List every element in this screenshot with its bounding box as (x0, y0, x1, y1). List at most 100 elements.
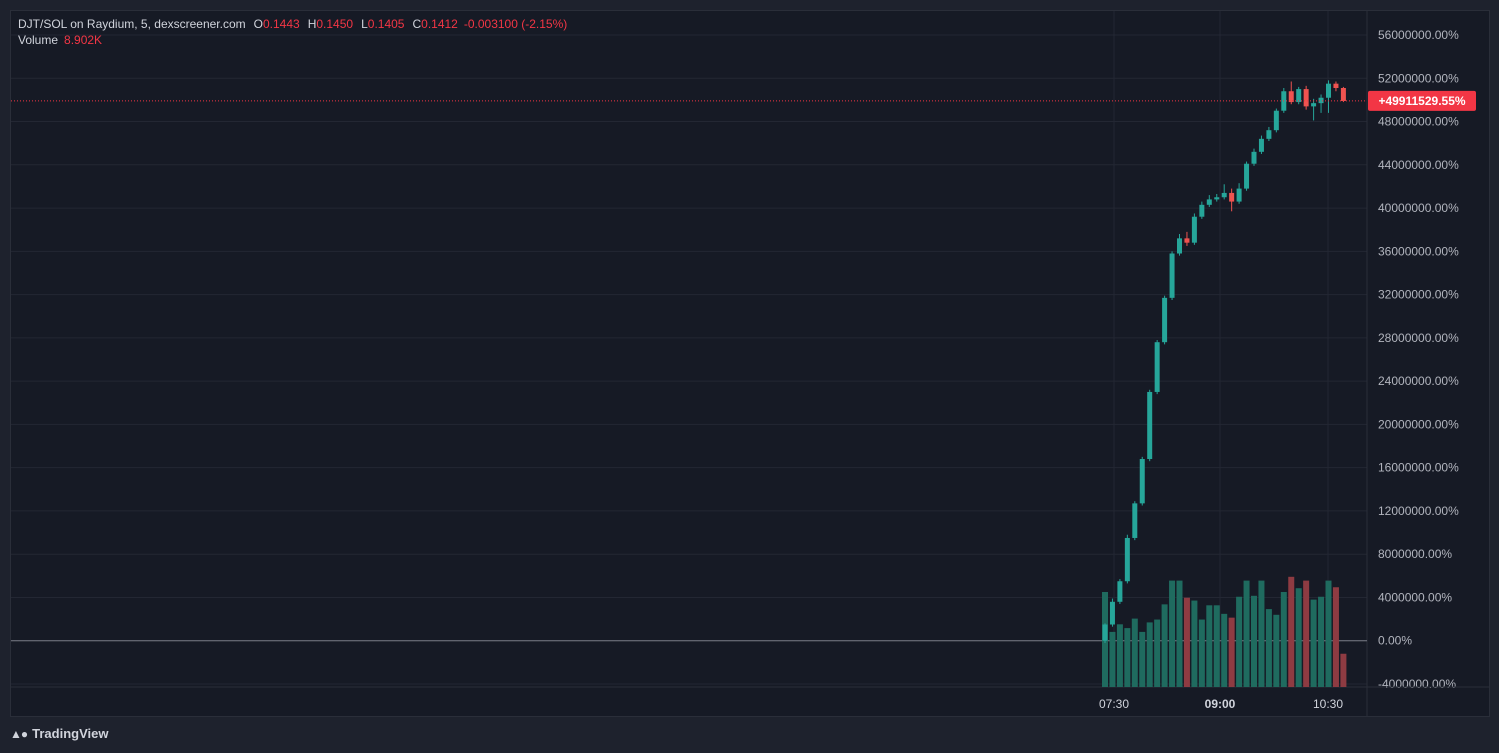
volume-bar (1265, 609, 1272, 687)
candle-body (1162, 297, 1168, 343)
candle-body (1251, 151, 1257, 164)
y-tick-label: 8000000.00% (1378, 547, 1452, 561)
candle-body (1244, 163, 1250, 189)
y-tick-label: 44000000.00% (1378, 158, 1459, 172)
candle-body (1296, 89, 1302, 103)
candle-body (1169, 253, 1175, 298)
candle-body (1206, 199, 1212, 205)
volume-bar (1258, 580, 1265, 687)
candle-body (1191, 216, 1197, 243)
candle-body (1109, 601, 1115, 625)
candle-body (1333, 83, 1339, 89)
volume-bar (1332, 587, 1339, 687)
candle-body (1199, 204, 1205, 217)
y-tick-label: 16000000.00% (1378, 461, 1459, 475)
volume-bar (1213, 605, 1220, 687)
symbol-title: DJT/SOL on Raydium, 5, dexscreener.com (18, 17, 246, 31)
volume-bar (1191, 600, 1198, 687)
candle-body (1266, 130, 1272, 139)
candle-body (1154, 342, 1160, 392)
y-tick-label: 20000000.00% (1378, 417, 1459, 431)
y-tick-label: 32000000.00% (1378, 288, 1459, 302)
volume-bar (1310, 599, 1317, 687)
y-tick-label: 56000000.00% (1378, 28, 1459, 42)
candle-body (1117, 581, 1123, 602)
close-label: C (412, 17, 422, 31)
volume-value: 8.902K (64, 33, 103, 47)
candle-body (1139, 459, 1145, 504)
open-value: 0.1443 (263, 17, 300, 31)
candlestick-chart[interactable]: 56000000.00% 52000000.00% 48000000.00% 4400… (11, 11, 1489, 716)
high-value: 0.1450 (316, 17, 354, 31)
y-tick-label: 12000000.00% (1378, 504, 1459, 518)
volume-bar (1288, 576, 1295, 687)
candle-body (1229, 192, 1235, 202)
candle-body (1147, 391, 1153, 460)
volume-bar (1109, 631, 1116, 687)
volume-bar (1198, 619, 1205, 687)
volume-bar (1280, 592, 1287, 687)
volume-bar (1206, 605, 1213, 687)
volume-bar (1236, 596, 1243, 687)
x-tick-label: 07:30 (1099, 697, 1129, 711)
volume-label: Volume (18, 33, 59, 47)
close-value: 0.1412 (421, 17, 458, 31)
y-tick-label: -4000000.00% (1378, 677, 1456, 691)
footer: ▲● TradingView (10, 726, 108, 741)
volume-bar (1295, 588, 1302, 687)
candle-body (1340, 88, 1346, 101)
volume-bar (1303, 580, 1310, 687)
tradingview-logo-icon[interactable]: ▲● (10, 727, 28, 741)
candle-body (1326, 83, 1331, 98)
candle-body (1184, 238, 1190, 243)
candle-body (1273, 110, 1279, 131)
volume-bar (1243, 580, 1250, 687)
open-label: O (253, 17, 263, 31)
volume-bar (1124, 628, 1131, 687)
candle-body (1177, 238, 1182, 254)
volume-bar (1176, 580, 1183, 687)
volume-bar (1325, 580, 1332, 687)
volume-bar (1183, 597, 1190, 687)
candle-body (1124, 537, 1130, 582)
volume-bar (1161, 604, 1168, 687)
candle-body (1221, 192, 1227, 198)
chart-frame: 56000000.00% 52000000.00% 48000000.00% 4400… (10, 10, 1490, 717)
y-tick-label: 24000000.00% (1378, 374, 1459, 388)
volume-bar (1154, 619, 1161, 687)
y-tick-label: 0.00% (1378, 634, 1412, 648)
chart-legend: DJT/SOL on Raydium, 5, dexscreener.com O… (18, 16, 567, 48)
volume-bar (1340, 653, 1347, 687)
candle-body (1236, 188, 1242, 202)
y-tick-label: 48000000.00% (1378, 115, 1459, 129)
candle-body (1102, 624, 1108, 641)
x-tick-label: 10:30 (1313, 697, 1343, 711)
candle-body (1303, 89, 1309, 107)
y-tick-label: 28000000.00% (1378, 331, 1459, 345)
y-tick-label: 40000000.00% (1378, 201, 1459, 215)
current-price-label: +49911529.55% (1378, 94, 1465, 108)
brand-name[interactable]: TradingView (32, 726, 108, 741)
volume-bar (1146, 622, 1153, 687)
candle-body (1311, 103, 1317, 107)
high-label: H (307, 17, 317, 31)
y-tick-label: 52000000.00% (1378, 71, 1459, 85)
candle-body (1258, 138, 1264, 152)
volume-bar (1221, 613, 1228, 687)
volume-bar (1169, 580, 1176, 687)
volume-bar (1318, 596, 1325, 687)
candle-body (1132, 503, 1138, 538)
change-value: -0.003100 (-2.15%) (463, 17, 568, 31)
y-tick-label: 4000000.00% (1378, 590, 1452, 604)
low-label: L (361, 17, 368, 31)
volume-bar (1131, 618, 1138, 687)
candle-body (1214, 197, 1220, 200)
low-value: 0.1405 (367, 17, 405, 31)
volume-bar (1116, 624, 1123, 687)
volume-bar (1251, 595, 1257, 687)
volume-bar (1273, 614, 1280, 687)
volume-bar (1139, 631, 1146, 687)
ohlc-row: DJT/SOL on Raydium, 5, dexscreener.com O… (18, 16, 567, 32)
y-tick-label: 36000000.00% (1378, 244, 1459, 258)
volume-bar (1228, 617, 1235, 687)
